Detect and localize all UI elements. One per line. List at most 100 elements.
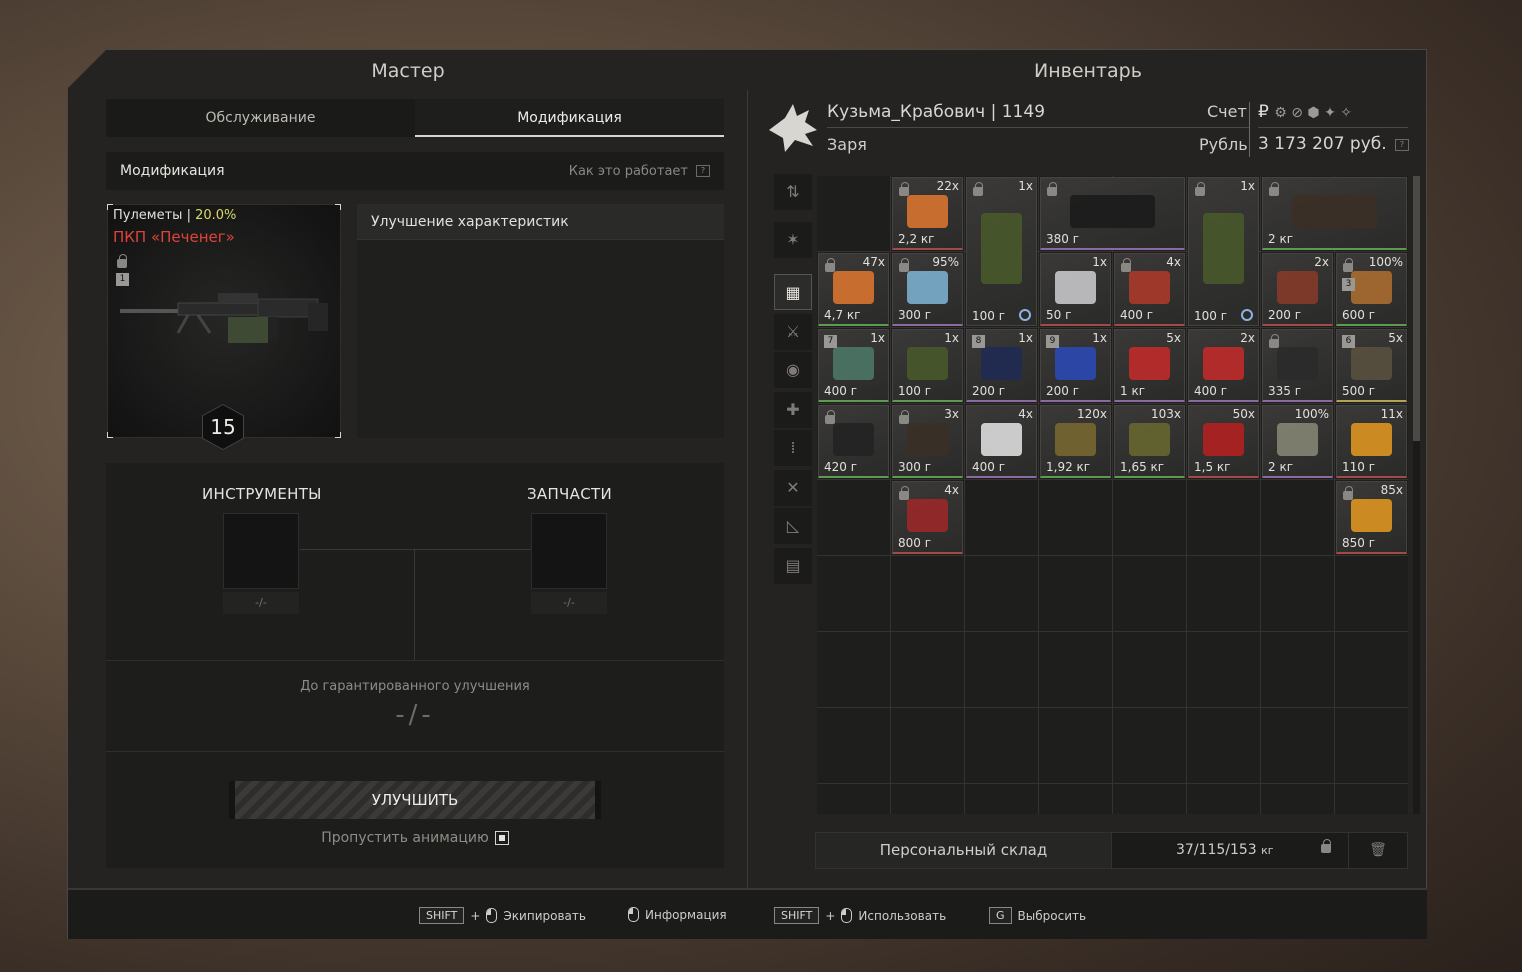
equip-hint: SHIFT + Экипировать	[419, 907, 586, 924]
inventory-item[interactable]: 47x 4,7 кг	[818, 253, 889, 326]
inventory-item[interactable]: 3 100% 600 г	[1336, 253, 1407, 326]
sort-icon[interactable]: ⇅	[774, 174, 812, 210]
inventory-item[interactable]: 420 г	[818, 405, 889, 478]
g-key: G	[989, 907, 1012, 924]
item-weight: 50 г	[1046, 308, 1072, 322]
inventory-item[interactable]: 1x 100 г	[1188, 177, 1259, 326]
currency-line	[1258, 127, 1408, 128]
item-image	[980, 213, 1023, 284]
item-count: 2x	[1240, 331, 1255, 345]
inventory-item[interactable]: 2 кг	[1262, 177, 1407, 250]
inventory-scrollbar[interactable]	[1413, 176, 1420, 814]
info-label: Информация	[645, 907, 727, 922]
inventory-item[interactable]: 5x 1 кг	[1114, 329, 1185, 402]
grid-line	[1186, 176, 1187, 814]
medkit-icon[interactable]: ✚	[774, 392, 812, 428]
container-icon[interactable]: ▤	[774, 548, 812, 584]
grid-line	[817, 327, 1408, 328]
inventory-item[interactable]: 2x 400 г	[1188, 329, 1259, 402]
scrollbar-thumb[interactable]	[1413, 176, 1420, 441]
item-image	[832, 270, 875, 305]
inventory-item[interactable]: 120x 1,92 кг	[1040, 405, 1111, 478]
item-count: 22x	[936, 179, 959, 193]
balance-help-icon[interactable]: ?	[1395, 139, 1409, 151]
item-weight: 800 г	[898, 536, 932, 550]
item-weight: 400 г	[1120, 308, 1154, 322]
parts-slot[interactable]	[531, 513, 607, 589]
item-image	[906, 346, 949, 381]
inventory-item[interactable]: 103x 1,65 кг	[1114, 405, 1185, 478]
inventory-item[interactable]: 50x 1,5 кг	[1188, 405, 1259, 478]
lock-icon	[1121, 258, 1131, 272]
item-count: 1x	[1018, 331, 1033, 345]
inventory-item[interactable]: 4x 800 г	[892, 481, 963, 554]
inventory-item[interactable]: 4x 400 г	[966, 405, 1037, 478]
inventory-item[interactable]: 9 1x 200 г	[1040, 329, 1111, 402]
inventory-item[interactable]: 1x 100 г	[966, 177, 1037, 326]
skip-animation-checkbox[interactable]	[494, 831, 509, 845]
lock-icon	[117, 254, 127, 268]
tools-label: ИНСТРУМЕНТЫ	[202, 485, 322, 503]
quickslot-badge: 6	[1342, 335, 1355, 348]
weapons-icon[interactable]: ⚔	[774, 314, 812, 350]
account-label: Счет	[1207, 102, 1247, 121]
weapon-card[interactable]: Пулеметы | 20.0% ПКП «Печенег» 1 15	[107, 204, 341, 450]
item-weight: 1,65 кг	[1120, 460, 1165, 474]
inventory-item[interactable]: 6 5x 500 г	[1336, 329, 1407, 402]
grid-line	[817, 707, 1408, 708]
item-image	[1202, 422, 1245, 457]
inventory-item[interactable]: 380 г	[1040, 177, 1185, 250]
inventory-item[interactable]: 11x 110 г	[1336, 405, 1407, 478]
inventory-item[interactable]: 8 1x 200 г	[966, 329, 1037, 402]
inventory-item[interactable]: 7 1x 400 г	[818, 329, 889, 402]
item-image	[1128, 346, 1171, 381]
requirements-panel: ИНСТРУМЕНТЫ ЗАПЧАСТИ -/- -/- До гарантир…	[106, 463, 724, 868]
lock-icon	[825, 410, 835, 424]
quickslot-badge: 9	[1046, 335, 1059, 348]
inventory-item[interactable]: 22x 2,2 кг	[892, 177, 963, 250]
drop-label: Выбросить	[1017, 908, 1087, 923]
tab-modification[interactable]: Модификация	[415, 99, 724, 137]
mouse-right-icon	[628, 907, 639, 922]
favorites-icon[interactable]: ✶	[774, 222, 812, 258]
blueprint-icon[interactable]: ◺	[774, 508, 812, 544]
how-it-works-link[interactable]: Как это работает?	[569, 164, 710, 179]
item-image	[1291, 194, 1378, 229]
ammo-icon[interactable]: ⁞	[774, 430, 812, 466]
parts-label: ЗАПЧАСТИ	[527, 485, 612, 503]
item-weight: 200 г	[1268, 308, 1302, 322]
player-name: Кузьма_Крабович | 1149	[827, 102, 1046, 122]
trash-button[interactable]: 🗑	[1348, 833, 1407, 868]
lock-icon	[899, 258, 909, 272]
inventory-item[interactable]: 100% 2 кг	[1262, 405, 1333, 478]
item-image	[1350, 270, 1393, 305]
upgrade-button[interactable]: УЛУЧШИТЬ	[229, 781, 601, 819]
inventory-item[interactable]: 85x 850 г	[1336, 481, 1407, 554]
tools-slot[interactable]	[223, 513, 299, 589]
clock-icon	[1019, 309, 1031, 321]
tab-service[interactable]: Обслуживание	[106, 99, 415, 137]
artifacts-icon[interactable]: ◉	[774, 352, 812, 388]
connector-line	[414, 549, 415, 660]
item-weight: 1 кг	[1120, 384, 1146, 398]
item-image	[832, 422, 875, 457]
personal-stash-button[interactable]: Персональный склад	[816, 833, 1112, 868]
inventory-item[interactable]: 3x 300 г	[892, 405, 963, 478]
item-count: 1x	[1240, 179, 1255, 193]
inventory-item[interactable]: 1x 100 г	[892, 329, 963, 402]
all-items-grid-icon[interactable]: ▦	[774, 274, 812, 310]
item-weight: 300 г	[898, 308, 932, 322]
panel-divider	[747, 90, 748, 888]
inventory-item[interactable]: 4x 400 г	[1114, 253, 1185, 326]
inventory-item[interactable]: 335 г	[1262, 329, 1333, 402]
tools-icon[interactable]: ✕	[774, 470, 812, 506]
info-hint: Информация	[628, 907, 727, 922]
item-count: 47x	[862, 255, 885, 269]
inventory-item[interactable]: 95% 300 г	[892, 253, 963, 326]
currency-label: Рубль	[1199, 135, 1248, 154]
inventory-item[interactable]: 2x 200 г	[1262, 253, 1333, 326]
currency-icons[interactable]: ₽ ⚙ ⊘ ⬢ ✦ ✧	[1258, 102, 1352, 122]
grid-line	[817, 403, 1408, 404]
how-it-works-label: Как это работает	[568, 163, 688, 179]
inventory-item[interactable]: 1x 50 г	[1040, 253, 1111, 326]
